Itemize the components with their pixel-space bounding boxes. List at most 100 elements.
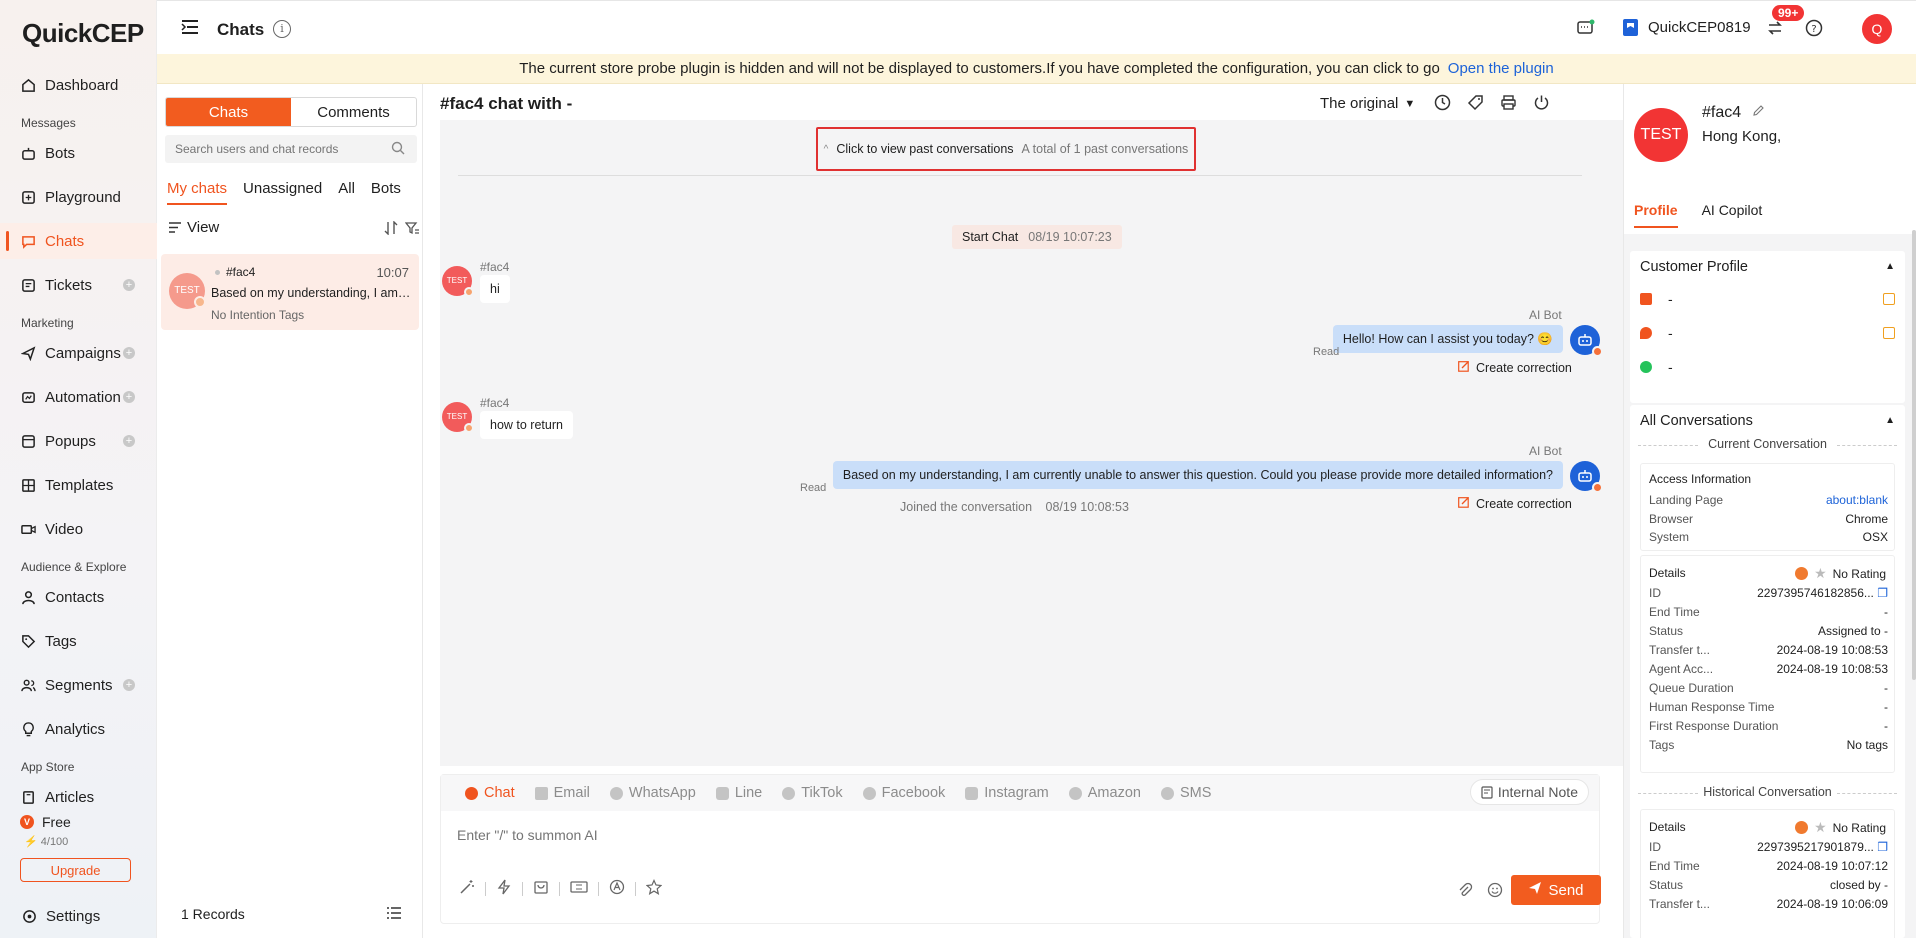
quickcep-logo[interactable]: QuickCEP [22,18,144,49]
help-icon[interactable]: ? [1805,19,1823,37]
tab-instagram[interactable]: Instagram [965,785,1049,801]
star-icon: ★ [1814,565,1827,581]
whatsapp-icon [609,786,623,800]
sidebar-item-chats[interactable]: Chats [0,223,157,259]
menu-icon[interactable] [181,19,199,38]
emoji-icon[interactable] [1487,882,1503,901]
search-input[interactable] [165,135,417,163]
channel-tabs: Chat Email WhatsApp Line TikTok Facebook… [441,775,1599,811]
transfer-icon[interactable] [1767,20,1783,36]
sidebar-item-bots[interactable]: Bots [0,135,157,171]
send-button[interactable]: Send [1511,875,1601,905]
phone-row: - [1640,325,1673,341]
upgrade-button[interactable]: Upgrade [20,858,131,882]
coupon-icon[interactable] [570,879,588,898]
tab-all[interactable]: All [338,180,355,205]
sidebar: QuickCEP Dashboard Messages Bots Playgro… [0,0,157,938]
tab-line[interactable]: Line [715,785,762,801]
expand-icon[interactable]: + [123,279,135,291]
sidebar-item-tags[interactable]: Tags [0,623,157,659]
internal-note-button[interactable]: Internal Note [1469,779,1589,805]
sidebar-item-tickets[interactable]: Tickets + [0,267,157,303]
tab-chat[interactable]: Chat [465,785,515,801]
sort-icon[interactable] [384,220,398,235]
create-correction-button[interactable]: Create correction [1458,360,1572,375]
sidebar-item-video[interactable]: Video [0,511,157,547]
past-conversations-button[interactable]: ^ Click to view past conversations A tot… [816,127,1196,171]
add-email-icon[interactable] [1883,293,1895,305]
tab-email[interactable]: Email [534,785,590,801]
notification-badge[interactable]: 99+ [1772,5,1805,21]
copy-icon[interactable]: ❐ [1877,586,1888,600]
translation-select[interactable]: The original ▼ [1320,95,1415,112]
list-view-icon[interactable] [387,906,401,922]
expand-icon[interactable]: + [123,347,135,359]
sidebar-item-automation[interactable]: Automation + [0,379,157,415]
tab-sms[interactable]: SMS [1160,785,1211,801]
sidebar-item-campaigns[interactable]: Campaigns + [0,335,157,371]
expand-icon[interactable]: + [123,679,135,691]
popup-icon [20,433,36,449]
user-avatar[interactable]: Q [1862,14,1892,44]
sidebar-item-popups[interactable]: Popups + [0,423,157,459]
info-icon[interactable]: i [273,20,291,38]
magic-wand-icon[interactable] [459,879,475,898]
chevron-up-icon[interactable]: ▲ [1885,261,1895,272]
expand-icon[interactable]: + [123,391,135,403]
sidebar-item-articles[interactable]: Articles [0,779,157,815]
tab-amazon[interactable]: Amazon [1068,785,1141,801]
open-plugin-link[interactable]: Open the plugin [1448,60,1554,77]
edit-icon[interactable] [1752,104,1765,122]
expand-icon[interactable]: + [123,435,135,447]
power-icon[interactable] [1533,94,1550,114]
print-icon[interactable] [1500,94,1517,114]
sidebar-item-templates[interactable]: Templates [0,467,157,503]
store-switcher[interactable]: QuickCEP0819 [1623,19,1751,36]
history-icon[interactable] [1434,94,1451,114]
tag-icon[interactable] [1467,94,1484,114]
sidebar-item-segments[interactable]: Segments + [0,667,157,703]
tab-profile[interactable]: Profile [1634,202,1678,228]
bag-icon[interactable] [533,879,549,898]
tab-chats[interactable]: Chats [166,98,291,126]
search-icon[interactable] [391,141,405,158]
sidebar-item-dashboard[interactable]: Dashboard [0,67,157,103]
filter-icon[interactable] [405,221,419,235]
history-details-box[interactable]: Details ★ No Rating ID 2297395217901879...… [1640,809,1895,938]
view-button[interactable]: View [187,219,219,236]
chat-status-icon[interactable] [1577,19,1595,37]
lightning-icon[interactable] [496,879,512,898]
add-phone-icon[interactable] [1883,327,1895,339]
tab-bots[interactable]: Bots [371,180,401,205]
kv-system: System OSX [1649,530,1888,544]
scrollbar[interactable] [1912,230,1916,680]
message-composer: Chat Email WhatsApp Line TikTok Facebook… [440,774,1601,924]
kv-transfer: Transfer t... 2024-08-19 10:08:53 [1649,643,1888,657]
attachment-icon[interactable] [1457,882,1473,901]
sidebar-item-playground[interactable]: Playground [0,179,157,215]
tab-comments[interactable]: Comments [291,98,416,126]
list-item[interactable]: TEST #fac4 10:07 Based on my understandi… [161,254,419,330]
nav-section-app-store: App Store [21,760,75,774]
tab-my-chats[interactable]: My chats [167,180,228,205]
tab-whatsapp[interactable]: WhatsApp [609,785,696,801]
sender-name: AI Bot [1529,444,1562,458]
create-correction-button[interactable]: Create correction [1458,496,1572,511]
star-icon[interactable] [645,879,663,898]
tab-ai-copilot[interactable]: AI Copilot [1702,202,1763,228]
sidebar-item-settings[interactable]: Settings [0,905,157,927]
sms-icon [1160,786,1174,800]
message-input[interactable] [457,823,1557,847]
chevron-up-icon[interactable]: ▲ [1885,415,1895,426]
sidebar-item-contacts[interactable]: Contacts [0,579,157,615]
tab-unassigned[interactable]: Unassigned [243,180,322,205]
copy-icon[interactable]: ❐ [1877,840,1888,854]
composer-right-tools [1457,882,1503,901]
tab-facebook[interactable]: Facebook [862,785,945,801]
view-row: View [169,219,419,236]
tab-tiktok[interactable]: TikTok [782,785,843,801]
customer-location: Hong Kong, [1702,128,1782,145]
kv-status: Status Assigned to - [1649,624,1888,638]
ai-assist-icon[interactable] [609,879,625,898]
sidebar-item-analytics[interactable]: Analytics [0,711,157,747]
